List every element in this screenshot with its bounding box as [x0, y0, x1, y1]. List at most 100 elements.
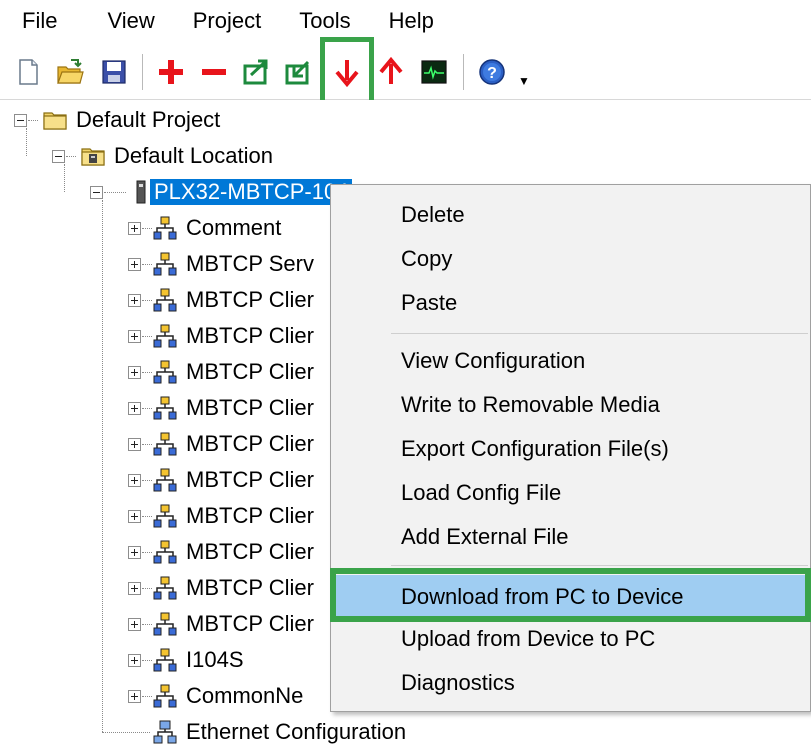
- export-icon[interactable]: [238, 54, 274, 90]
- tree-node-mbtcp-client[interactable]: MBTCP Clier: [128, 498, 314, 534]
- tree-node-commonnet[interactable]: CommonNe: [128, 678, 303, 714]
- expand-icon[interactable]: [128, 294, 141, 307]
- network-node-icon: [152, 287, 178, 313]
- expand-icon[interactable]: [128, 222, 141, 235]
- expand-icon[interactable]: [128, 474, 141, 487]
- expand-icon[interactable]: [128, 690, 141, 703]
- tree-location-row[interactable]: Default Location: [52, 138, 273, 174]
- network-node-icon: [152, 611, 178, 637]
- remove-icon[interactable]: [196, 54, 232, 90]
- add-icon[interactable]: [153, 54, 189, 90]
- tree-node-label: MBTCP Clier: [186, 611, 314, 636]
- tree-node-label: MBTCP Clier: [186, 287, 314, 312]
- context-menu-upload-device-to-pc[interactable]: Upload from Device to PC: [331, 617, 811, 661]
- expand-icon[interactable]: [128, 258, 141, 271]
- menu-view[interactable]: View: [85, 0, 170, 42]
- tree-node-mbtcp-client[interactable]: MBTCP Clier: [128, 282, 314, 318]
- help-dropdown-caret-icon[interactable]: ▼: [518, 74, 530, 88]
- context-menu-write-removable-media[interactable]: Write to Removable Media: [331, 383, 811, 427]
- help-icon[interactable]: ?: [474, 54, 510, 90]
- network-node-icon: [152, 395, 178, 421]
- tree-node-i104s[interactable]: I104S: [128, 642, 244, 678]
- context-menu-delete[interactable]: Delete: [331, 193, 811, 237]
- open-folder-icon[interactable]: [52, 54, 88, 90]
- tree-module-row[interactable]: PLX32-MBTCP-104: [90, 174, 353, 210]
- toolbar: ? ▼: [0, 44, 811, 100]
- context-menu-load-config-file[interactable]: Load Config File: [331, 471, 811, 515]
- network-node-icon: [152, 467, 178, 493]
- context-menu-paste[interactable]: Paste: [331, 281, 811, 325]
- expand-icon[interactable]: [128, 546, 141, 559]
- tree-node-label: MBTCP Clier: [186, 395, 314, 420]
- tree-node-mbtcp-server[interactable]: MBTCP Serv: [128, 246, 314, 282]
- save-icon[interactable]: [96, 54, 132, 90]
- tree-node-mbtcp-client[interactable]: MBTCP Clier: [128, 354, 314, 390]
- tree-node-label: CommonNe: [186, 683, 304, 708]
- tree-node-mbtcp-client[interactable]: MBTCP Clier: [128, 462, 314, 498]
- toolbar-separator: [142, 54, 143, 90]
- tree-connector: [102, 200, 103, 732]
- toolbar-separator: [463, 54, 464, 90]
- expand-icon[interactable]: [128, 402, 141, 415]
- expand-icon[interactable]: [128, 330, 141, 343]
- diagnostics-monitor-icon[interactable]: [416, 54, 452, 90]
- tree-project-label: Default Project: [76, 107, 221, 132]
- tree-node-label: I104S: [186, 647, 244, 672]
- context-menu-separator: [391, 333, 808, 334]
- import-icon[interactable]: [280, 54, 316, 90]
- tree-node-label: Ethernet Configuration: [186, 719, 407, 744]
- tree-node-label: MBTCP Clier: [186, 539, 314, 564]
- tree-node-mbtcp-client[interactable]: MBTCP Clier: [128, 534, 314, 570]
- menu-project[interactable]: Project: [171, 0, 277, 42]
- context-menu-view-configuration[interactable]: View Configuration: [331, 339, 811, 383]
- tree-node-label: MBTCP Clier: [186, 323, 314, 348]
- tree-node-label: MBTCP Serv: [186, 251, 314, 276]
- module-device-icon: [128, 179, 146, 205]
- expand-icon[interactable]: [128, 618, 141, 631]
- menu-help[interactable]: Help: [367, 0, 450, 42]
- network-node-icon: [152, 539, 178, 565]
- expand-icon[interactable]: [128, 654, 141, 667]
- network-node-icon: [152, 359, 178, 385]
- tree-module-label: PLX32-MBTCP-104: [150, 179, 353, 205]
- ethernet-network-icon: [152, 719, 178, 745]
- context-menu-export-configuration[interactable]: Export Configuration File(s): [331, 427, 811, 471]
- expand-icon[interactable]: [128, 582, 141, 595]
- tree-node-label: MBTCP Clier: [186, 431, 314, 456]
- upload-arrow-icon[interactable]: [373, 54, 409, 90]
- menu-file[interactable]: File: [0, 0, 85, 42]
- tree-node-ethernet-configuration[interactable]: Ethernet Configuration: [102, 714, 407, 747]
- context-menu-add-external-file[interactable]: Add External File: [331, 515, 811, 559]
- network-node-icon: [152, 575, 178, 601]
- collapse-icon[interactable]: [90, 186, 103, 199]
- collapse-icon[interactable]: [52, 150, 65, 163]
- expand-icon[interactable]: [128, 366, 141, 379]
- tree-node-mbtcp-client[interactable]: MBTCP Clier: [128, 390, 314, 426]
- network-node-icon: [152, 323, 178, 349]
- tree-node-label: Comment: [186, 215, 282, 240]
- network-node-icon: [152, 647, 178, 673]
- new-file-icon[interactable]: [10, 54, 46, 90]
- tree-node-mbtcp-client[interactable]: MBTCP Clier: [128, 318, 314, 354]
- expand-icon[interactable]: [128, 438, 141, 451]
- folder-icon: [42, 107, 68, 133]
- collapse-icon[interactable]: [14, 114, 27, 127]
- network-node-icon: [152, 431, 178, 457]
- tree-project-row[interactable]: Default Project: [14, 102, 220, 138]
- context-menu: Delete Copy Paste View Configuration Wri…: [330, 184, 811, 712]
- expand-icon[interactable]: [128, 510, 141, 523]
- context-menu-separator: [391, 565, 808, 566]
- download-menu-item-highlight: [330, 568, 811, 622]
- network-node-icon: [152, 215, 178, 241]
- context-menu-copy[interactable]: Copy: [331, 237, 811, 281]
- tree-node-comment[interactable]: Comment: [128, 210, 281, 246]
- location-folder-icon: [80, 143, 106, 169]
- tree-node-label: MBTCP Clier: [186, 467, 314, 492]
- tree-node-label: MBTCP Clier: [186, 359, 314, 384]
- menu-tools[interactable]: Tools: [277, 0, 366, 42]
- context-menu-diagnostics[interactable]: Diagnostics: [331, 661, 811, 705]
- tree-node-mbtcp-client[interactable]: MBTCP Clier: [128, 570, 314, 606]
- tree-node-mbtcp-client[interactable]: MBTCP Clier: [128, 606, 314, 642]
- tree-node-label: MBTCP Clier: [186, 575, 314, 600]
- tree-node-mbtcp-client[interactable]: MBTCP Clier: [128, 426, 314, 462]
